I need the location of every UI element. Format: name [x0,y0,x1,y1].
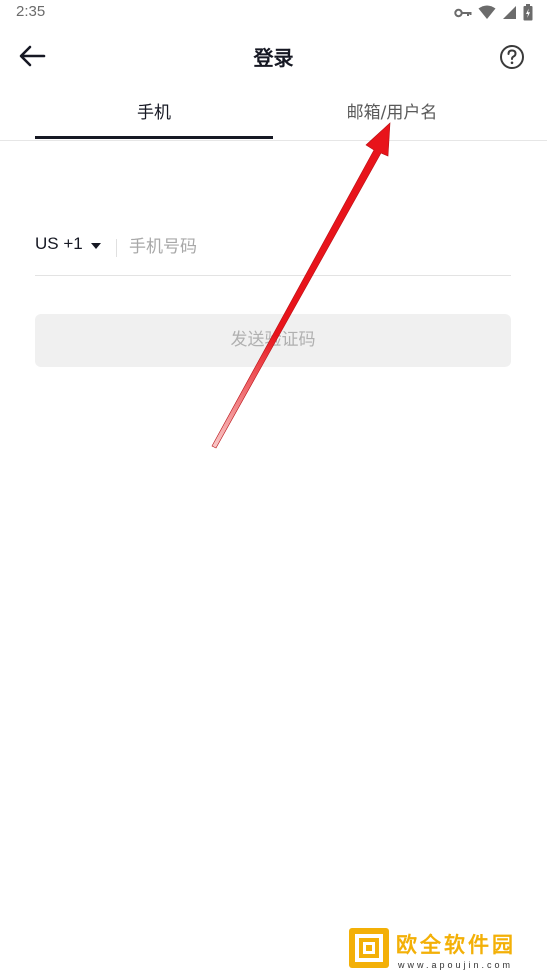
signal-icon [502,5,517,20]
header: 登录 [0,30,547,86]
send-code-button[interactable]: 发送验证码 [35,314,511,367]
phone-row: US +1 [35,225,511,276]
watermark-url: www.apoujin.com [398,960,514,970]
country-code-divider [116,239,117,257]
tab-indicator [35,136,273,139]
battery-icon [523,4,533,21]
watermark-logo-icon [349,928,389,968]
question-circle-icon [499,45,525,74]
page-title: 登录 [253,46,294,70]
tab-email-username[interactable]: 邮箱/用户名 [273,90,511,137]
status-icons [454,4,533,21]
login-screen: 2:35 登录 手机 邮箱/用户名 US +1 手机号码 发送验证码 欧全软件园… [0,0,547,975]
wifi-icon [478,5,496,20]
caret-down-icon [90,234,101,254]
tab-phone[interactable]: 手机 [35,90,273,137]
status-bar: 2:35 [0,0,547,26]
phone-number-input[interactable] [127,231,511,263]
login-tabs: 手机 邮箱/用户名 [0,90,547,141]
key-icon [454,7,472,19]
country-code-label: US +1 [35,234,83,253]
watermark: 欧全软件园 www.apoujin.com [348,925,542,975]
status-time: 2:35 [16,3,46,20]
watermark-text: 欧全软件园 [396,933,516,957]
annotation-arrow [211,122,391,449]
help-button[interactable] [499,44,527,72]
country-code-selector[interactable]: US +1 [35,234,101,254]
